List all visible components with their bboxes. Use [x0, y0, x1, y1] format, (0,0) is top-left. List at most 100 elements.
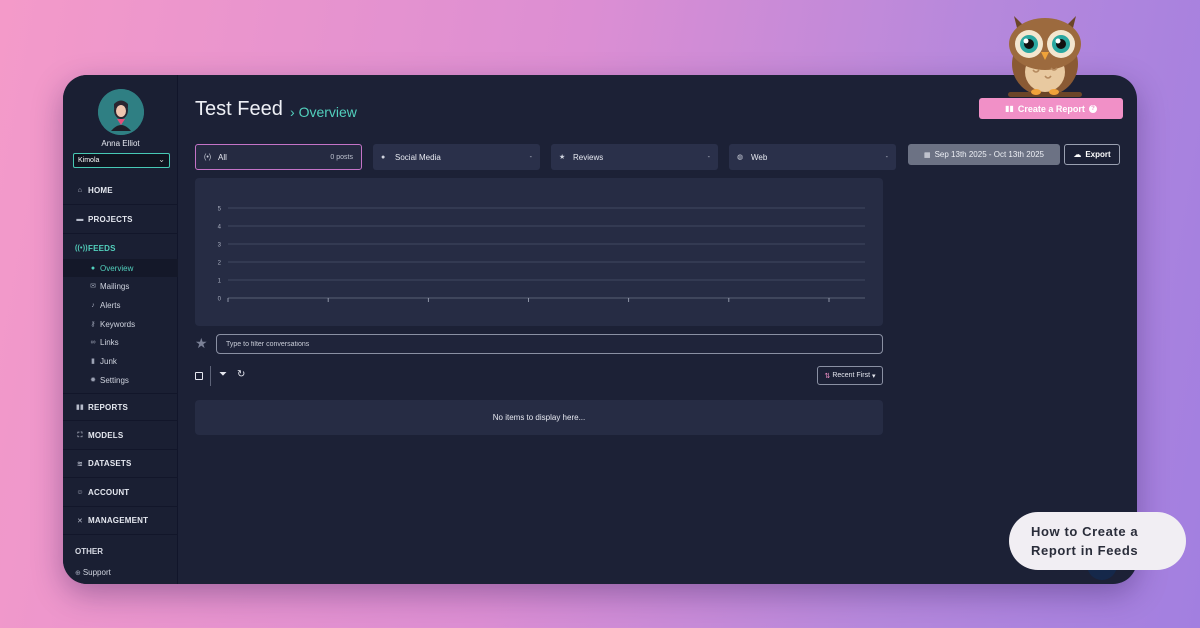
- nav-projects-label: PROJECTS: [88, 215, 133, 224]
- nav-feeds-mailings[interactable]: ✉ Mailings: [63, 277, 178, 295]
- nav-sub-label: Overview: [100, 263, 134, 273]
- tab-label: Web: [751, 152, 768, 162]
- bar-chart-icon: ▮▮: [1005, 104, 1014, 113]
- nav-projects[interactable]: ▬ PROJECTS: [63, 206, 178, 234]
- star-half-icon: ★: [559, 154, 566, 161]
- posts-chart: 0 1 2 3 4 5: [218, 207, 865, 303]
- filter-icon[interactable]: ⏷: [219, 369, 227, 380]
- nav-datasets-label: DATASETS: [88, 459, 132, 468]
- nav-management-label: MANAGEMENT: [88, 516, 149, 525]
- nav-sub-label: Mailings: [100, 281, 130, 291]
- date-range-button[interactable]: ▦ Sep 13th 2025 - Oct 13th 2025: [908, 144, 1060, 165]
- avatar[interactable]: [98, 89, 144, 135]
- nav-sub-label: Junk: [100, 356, 117, 366]
- tab-label: Social Media: [395, 152, 441, 162]
- nav-feeds-junk[interactable]: ▮ Junk: [63, 352, 178, 370]
- nav-management[interactable]: ✕ MANAGEMENT: [63, 507, 178, 535]
- callout-line-2: Report in Feeds: [1031, 543, 1139, 558]
- export-button[interactable]: ☁ Export: [1064, 144, 1120, 165]
- app-window: Anna Elliot Kimola ⌄ ⌂ HOME ▬ PROJECTS (…: [63, 75, 1137, 584]
- y-tick-label: 5: [218, 207, 222, 213]
- broadcast-icon: ((•)): [75, 244, 88, 252]
- sort-dropdown[interactable]: ⇅ Recent First ▾: [817, 366, 883, 385]
- link-icon: ∞: [90, 338, 96, 346]
- filter-row: ★: [195, 334, 883, 355]
- nav-support-label: Support: [82, 568, 111, 577]
- chevron-right-icon: ›: [290, 104, 295, 120]
- create-report-button[interactable]: ▮▮ Create a Report ?: [979, 98, 1123, 119]
- breadcrumb-current: Overview: [298, 104, 357, 120]
- user-name: Anna Elliot: [101, 139, 140, 148]
- calendar-icon: ▦: [923, 151, 931, 159]
- page-title: Test Feed: [195, 98, 283, 120]
- export-label: Export: [1085, 150, 1111, 159]
- nav-reports[interactable]: ▮▮ REPORTS: [63, 393, 178, 421]
- comment-icon: ●: [90, 264, 96, 272]
- expand-icon: ⛶: [77, 431, 83, 439]
- tab-count: -: [529, 153, 532, 161]
- nav-datasets[interactable]: ≋ DATASETS: [63, 450, 178, 478]
- nav-feeds-alerts[interactable]: ♪ Alerts: [63, 296, 178, 314]
- chevron-down-icon: ⌄: [158, 155, 165, 164]
- sort-icon: ⇅: [824, 372, 831, 380]
- nav-feeds-keywords[interactable]: ⚷ Keywords: [63, 315, 178, 333]
- nav-home-label: HOME: [88, 186, 113, 195]
- nav-home[interactable]: ⌂ HOME: [63, 177, 178, 205]
- comments-icon: ●: [381, 153, 386, 161]
- nav-other-heading: OTHER: [75, 547, 103, 556]
- nav-sub-label: Links: [100, 337, 119, 347]
- nav-feeds-settings[interactable]: ✹ Settings: [63, 371, 178, 389]
- support-icon: ⊕: [75, 570, 83, 577]
- star-icon[interactable]: ★: [195, 335, 208, 352]
- y-tick-label: 4: [218, 225, 222, 231]
- select-all-checkbox[interactable]: [195, 372, 203, 380]
- tab-label: Reviews: [573, 152, 604, 162]
- tutorial-callout: How to Create a Report in Feeds: [1009, 512, 1186, 570]
- search-input[interactable]: [216, 334, 883, 354]
- empty-message: No items to display here...: [492, 413, 586, 422]
- broadcast-icon: (•): [204, 153, 212, 161]
- nav-sub-label: Settings: [100, 375, 129, 385]
- user-gear-icon: ☺: [76, 489, 84, 496]
- refresh-icon[interactable]: ↻: [237, 369, 245, 380]
- empty-state: No items to display here...: [195, 400, 883, 435]
- gear-icon: ✹: [90, 377, 96, 384]
- y-tick-label: 0: [218, 297, 222, 303]
- nav-account[interactable]: ☺ ACCOUNT: [63, 479, 178, 507]
- bell-icon: ♪: [91, 301, 95, 309]
- nav-account-label: ACCOUNT: [88, 488, 130, 497]
- y-tick-label: 3: [218, 243, 222, 249]
- help-icon: ?: [1088, 104, 1097, 113]
- layers-icon: ≋: [76, 460, 84, 468]
- sidebar: Anna Elliot Kimola ⌄ ⌂ HOME ▬ PROJECTS (…: [63, 75, 178, 584]
- tab-all[interactable]: (•) All 0 posts: [195, 144, 362, 170]
- nav-feeds-overview[interactable]: ● Overview: [63, 259, 178, 277]
- tab-reviews[interactable]: ★ Reviews -: [551, 144, 718, 170]
- trash-icon: ▮: [91, 358, 95, 365]
- nav-models[interactable]: ⛶ MODELS: [63, 422, 178, 450]
- tab-label: All: [218, 152, 227, 162]
- toolbar-divider: [210, 366, 211, 386]
- y-tick-label: 2: [218, 261, 222, 267]
- nav-sub-label: Alerts: [100, 300, 121, 310]
- key-icon: ⚷: [90, 321, 96, 328]
- cloud-download-icon: ☁: [1073, 150, 1082, 159]
- globe-icon: ◍: [737, 154, 744, 161]
- nav-support[interactable]: ⊕ Support: [75, 568, 111, 577]
- nav-feeds[interactable]: ((•)) FEEDS: [63, 234, 178, 262]
- tab-count: -: [885, 153, 888, 161]
- org-select-value: Kimola: [78, 157, 100, 164]
- tab-web[interactable]: ◍ Web -: [729, 144, 896, 170]
- list-toolbar: ⏷ ↻ ⇅ Recent First ▾: [195, 366, 883, 386]
- home-icon: ⌂: [77, 187, 83, 194]
- tab-count: -: [707, 153, 710, 161]
- nav-feeds-label: FEEDS: [88, 243, 116, 253]
- bar-chart-icon: ▮▮: [75, 404, 85, 411]
- nav-feeds-links[interactable]: ∞ Links: [63, 333, 178, 351]
- create-report-label: Create a Report: [1017, 103, 1085, 114]
- tab-social-media[interactable]: ● Social Media -: [373, 144, 540, 170]
- tools-icon: ✕: [76, 517, 84, 525]
- org-select[interactable]: Kimola ⌄: [73, 153, 170, 168]
- nav-reports-label: REPORTS: [88, 402, 129, 412]
- chart-card: 0 1 2 3 4 5: [195, 178, 883, 326]
